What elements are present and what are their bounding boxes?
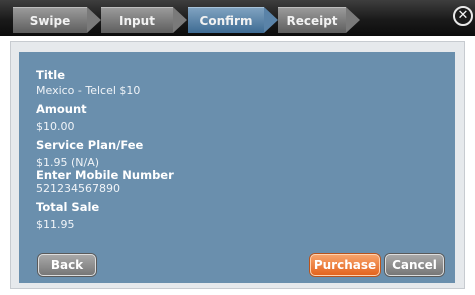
close-button[interactable]: ✕ bbox=[453, 6, 473, 26]
step-confirm: Confirm bbox=[188, 7, 278, 33]
step-arrow-icon bbox=[264, 7, 278, 33]
service-plan-label: Service Plan/Fee bbox=[36, 138, 144, 152]
confirmation-panel: Title Mexico - Telcel $10 Amount $10.00 … bbox=[19, 52, 455, 283]
step-receipt-label: Receipt bbox=[286, 14, 338, 28]
total-sale-value: $11.95 bbox=[36, 218, 75, 231]
close-icon: ✕ bbox=[457, 8, 469, 23]
amount-value: $10.00 bbox=[36, 120, 75, 133]
purchase-button[interactable]: Purchase bbox=[310, 254, 380, 276]
step-input: Input bbox=[101, 7, 187, 33]
title-value: Mexico - Telcel $10 bbox=[36, 84, 141, 97]
step-confirm-label: Confirm bbox=[199, 14, 253, 28]
cancel-button[interactable]: Cancel bbox=[385, 254, 444, 276]
step-swipe: Swipe bbox=[13, 7, 101, 33]
step-input-label: Input bbox=[119, 14, 155, 28]
title-label: Title bbox=[36, 68, 66, 82]
mobile-number-label: Enter Mobile Number bbox=[36, 168, 174, 182]
mobile-number-value: 521234567890 bbox=[36, 182, 120, 195]
step-arrow-icon bbox=[87, 7, 101, 33]
step-arrow-icon bbox=[173, 7, 187, 33]
back-button[interactable]: Back bbox=[38, 254, 96, 276]
total-sale-label: Total Sale bbox=[36, 200, 100, 214]
step-navigation-bar: Swipe Input Confirm Receipt ✕ bbox=[0, 0, 475, 36]
step-swipe-label: Swipe bbox=[29, 14, 71, 28]
step-arrow-icon bbox=[346, 7, 360, 33]
step-receipt: Receipt bbox=[278, 7, 360, 33]
amount-label: Amount bbox=[36, 102, 87, 116]
